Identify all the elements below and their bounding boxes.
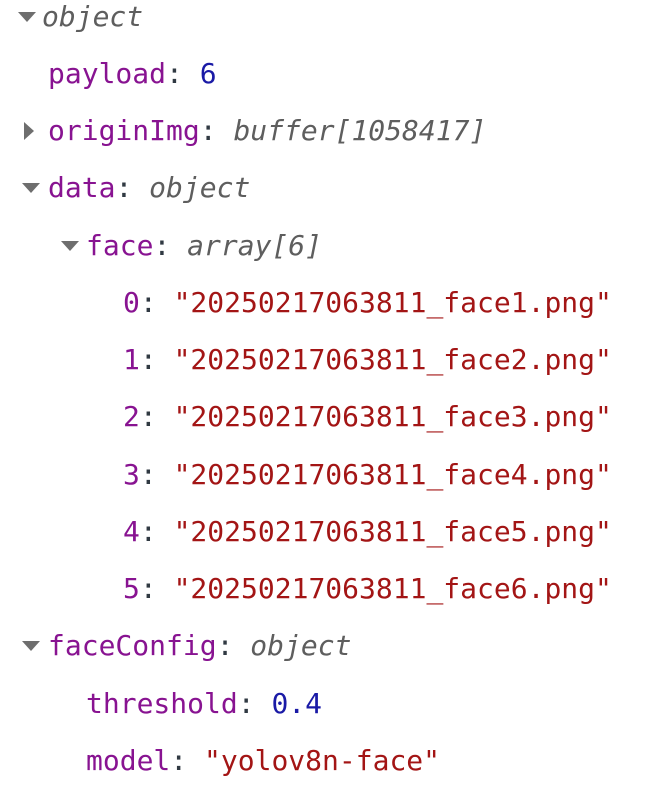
property-type: object — [149, 171, 251, 204]
colon-separator: : — [139, 572, 174, 605]
array-index: 2 — [123, 400, 140, 433]
array-item: 1: "20250217063811_face2.png" — [123, 340, 612, 380]
property-key: originImg — [48, 114, 200, 147]
property-key: face — [86, 229, 154, 262]
expand-arrow-icon[interactable] — [18, 12, 36, 22]
colon-separator: : — [237, 687, 272, 720]
array-index: 5 — [123, 572, 140, 605]
array-value: "20250217063811_face6.png" — [173, 572, 612, 605]
property-key: payload — [48, 57, 167, 90]
array-index: 0 — [123, 286, 140, 319]
tree-row-model: model: "yolov8n-face" — [86, 741, 440, 781]
array-item: 4: "20250217063811_face5.png" — [123, 512, 612, 552]
array-item: 2: "20250217063811_face3.png" — [123, 397, 612, 437]
colon-separator: : — [139, 286, 174, 319]
tree-row-threshold: threshold: 0.4 — [86, 684, 322, 724]
array-index: 4 — [123, 515, 140, 548]
array-item: 3: "20250217063811_face4.png" — [123, 455, 612, 495]
property-value: 0.4 — [271, 687, 323, 720]
colon-separator: : — [139, 515, 174, 548]
array-value: "20250217063811_face2.png" — [173, 343, 612, 376]
array-value: "20250217063811_face1.png" — [173, 286, 612, 319]
colon-separator: : — [199, 114, 234, 147]
property-key: data — [48, 171, 116, 204]
tree-row-payload: payload: 6 — [48, 54, 217, 94]
array-item: 0: "20250217063811_face1.png" — [123, 283, 612, 323]
colon-separator: : — [115, 171, 150, 204]
colon-separator: : — [170, 744, 205, 777]
colon-separator: : — [153, 229, 188, 262]
colon-separator: : — [139, 343, 174, 376]
colon-separator: : — [166, 57, 200, 90]
property-key: threshold — [86, 687, 238, 720]
collapse-arrow-icon[interactable] — [24, 122, 34, 140]
expand-arrow-icon[interactable] — [61, 241, 79, 251]
expand-arrow-icon[interactable] — [22, 183, 40, 193]
array-index: 3 — [123, 458, 140, 491]
array-value: "20250217063811_face4.png" — [173, 458, 612, 491]
colon-separator: : — [139, 458, 174, 491]
array-value: "20250217063811_face5.png" — [173, 515, 612, 548]
property-value: "yolov8n-face" — [204, 744, 441, 777]
array-item: 5: "20250217063811_face6.png" — [123, 569, 612, 609]
array-value: "20250217063811_face3.png" — [173, 400, 612, 433]
root-type-label: object — [42, 0, 144, 33]
array-index: 1 — [123, 343, 140, 376]
property-key: faceConfig — [48, 629, 217, 662]
expand-arrow-icon[interactable] — [22, 641, 40, 651]
property-key: model — [86, 744, 171, 777]
property-type: buffer[1058417] — [233, 114, 487, 147]
property-type: array[6] — [187, 229, 323, 262]
colon-separator: : — [139, 400, 174, 433]
property-value: 6 — [199, 57, 217, 90]
property-type: object — [250, 629, 352, 662]
colon-separator: : — [216, 629, 251, 662]
